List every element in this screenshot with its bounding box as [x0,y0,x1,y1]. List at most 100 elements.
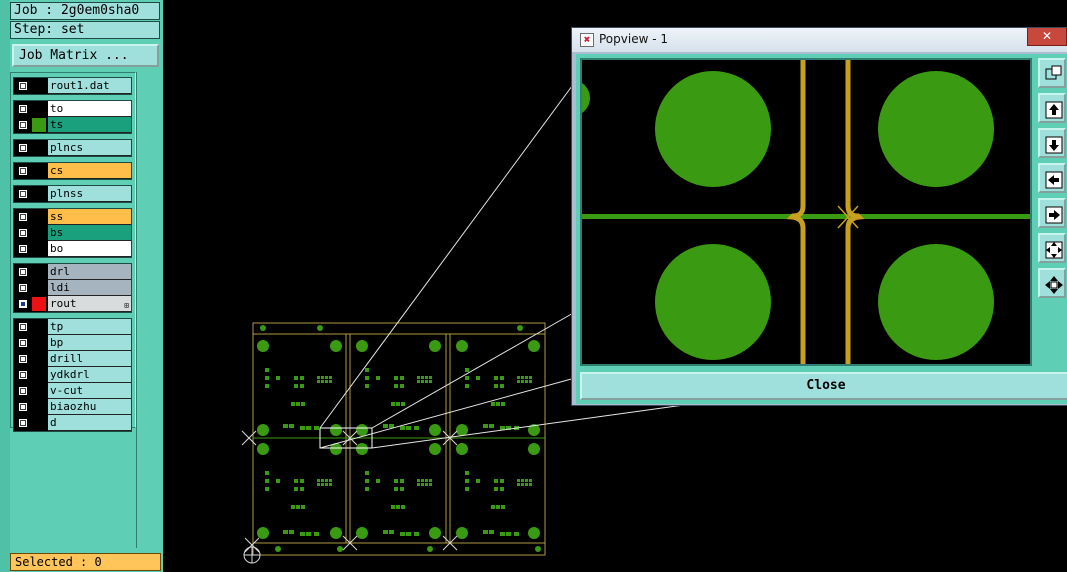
smd-pad [425,483,428,486]
layer-color-swatch[interactable] [32,226,46,240]
layer-checkbox[interactable] [18,104,28,114]
layer-name[interactable]: ldi [48,280,131,296]
smd-pad [529,479,532,482]
layer-color-swatch[interactable] [32,187,46,201]
layer-row-plnss[interactable]: plnss [14,186,131,202]
board-pad [456,443,468,455]
layer-name[interactable]: bs [48,225,131,241]
layer-name[interactable]: biaozhu [48,399,131,415]
layer-color-swatch[interactable] [32,320,46,334]
layer-row-plncs[interactable]: plncs [14,140,131,156]
layer-name[interactable]: tp [48,319,131,335]
layer-name[interactable]: ts [48,117,131,133]
layer-color-swatch[interactable] [32,281,46,295]
smd-pad [465,479,469,483]
layer-checkbox[interactable] [18,120,28,130]
layer-color-swatch[interactable] [32,400,46,414]
layer-checkbox[interactable] [18,143,28,153]
layer-checkbox[interactable] [18,418,28,428]
layer-row-bo[interactable]: bo [14,241,131,257]
smd-pad [529,376,532,379]
layer-row-ydkdrl[interactable]: ydkdrl [14,367,131,383]
layer-color-swatch[interactable] [32,242,46,256]
layer-row-tp[interactable]: tp [14,319,131,335]
layer-row-bp[interactable]: bp [14,335,131,351]
layer-checkbox[interactable] [18,338,28,348]
layer-color-swatch[interactable] [32,118,46,132]
pan-all-icon[interactable] [1038,268,1066,298]
window-close-icon[interactable]: ✕ [1027,28,1067,46]
layer-row-ss[interactable]: ss [14,209,131,225]
layer-color-swatch[interactable] [32,352,46,366]
layer-color-swatch[interactable] [32,384,46,398]
layer-checkbox[interactable] [18,244,28,254]
layer-checkbox[interactable] [18,189,28,199]
layer-row-ts[interactable]: ts [14,117,131,133]
layer-name[interactable]: drl [48,264,131,280]
move-up-icon[interactable] [1038,93,1066,123]
layer-name[interactable]: plncs [48,140,131,156]
layer-color-swatch[interactable] [32,164,46,178]
layer-checkbox[interactable] [18,228,28,238]
layer-color-swatch[interactable] [32,416,46,430]
layer-row-biaozhu[interactable]: biaozhu [14,399,131,415]
popview-zoom-view[interactable] [554,58,1032,366]
layer-color-swatch[interactable] [32,141,46,155]
layer-checkbox[interactable] [18,283,28,293]
layer-checkbox[interactable] [18,370,28,380]
layer-name[interactable]: plnss [48,186,131,202]
zoom-in-icon[interactable] [1038,233,1066,263]
layer-row-rout[interactable]: rout ⊞ [14,296,131,312]
layer-name[interactable]: ss [48,209,131,225]
layer-color-swatch[interactable] [32,368,46,382]
smd-pad [465,384,469,388]
layer-color-swatch[interactable] [32,210,46,224]
layer-name[interactable]: d [48,415,131,431]
layer-checkbox[interactable] [18,386,28,396]
layer-name[interactable]: bp [48,335,131,351]
layer-checkbox[interactable] [18,402,28,412]
layer-checkbox[interactable] [18,299,28,309]
layer-color-swatch[interactable] [32,102,46,116]
layer-row-rout1.dat[interactable]: rout1.dat [14,78,131,94]
layer-checkbox[interactable] [18,354,28,364]
layer-row-to[interactable]: to [14,101,131,117]
layer-name[interactable]: cs [48,163,131,179]
popview-titlebar[interactable]: ✖ Popview - 1 ✕ [572,28,1067,52]
smd-pad [314,532,319,536]
layer-checkbox[interactable] [18,212,28,222]
expand-icon[interactable]: ⊞ [124,298,129,313]
smd-pad [425,380,428,383]
close-button[interactable]: Close [580,372,1067,400]
job-matrix-button[interactable]: Job Matrix ... [12,44,159,67]
layer-checkbox[interactable] [18,81,28,91]
layer-row-ldi[interactable]: ldi [14,280,131,296]
smd-pad [517,479,520,482]
layer-color-swatch[interactable] [32,336,46,350]
layer-name[interactable]: ydkdrl [48,367,131,383]
layer-name[interactable]: rout ⊞ [48,296,131,312]
move-down-icon[interactable] [1038,128,1066,158]
move-right-icon[interactable] [1038,198,1066,228]
layer-name[interactable]: to [48,101,131,117]
layer-row-cs[interactable]: cs [14,163,131,179]
layer-row-d[interactable]: d [14,415,131,431]
layer-row-bs[interactable]: bs [14,225,131,241]
layer-color-swatch[interactable] [32,79,46,93]
layer-name[interactable]: v-cut [48,383,131,399]
move-left-icon[interactable] [1038,163,1066,193]
layer-row-drill[interactable]: drill [14,351,131,367]
layer-color-swatch[interactable] [32,297,46,311]
layer-checkbox[interactable] [18,267,28,277]
layer-name[interactable]: bo [48,241,131,257]
smd-pad [429,380,432,383]
layer-checkbox[interactable] [18,322,28,332]
layer-name[interactable]: rout1.dat [48,78,131,94]
layer-row-v-cut[interactable]: v-cut [14,383,131,399]
layer-checkbox[interactable] [18,166,28,176]
layer-row-drl[interactable]: drl [14,264,131,280]
zoom-fit-icon[interactable] [1038,58,1066,88]
layer-list-scroll-strip[interactable] [136,72,160,548]
layer-name[interactable]: drill [48,351,131,367]
layer-color-swatch[interactable] [32,265,46,279]
